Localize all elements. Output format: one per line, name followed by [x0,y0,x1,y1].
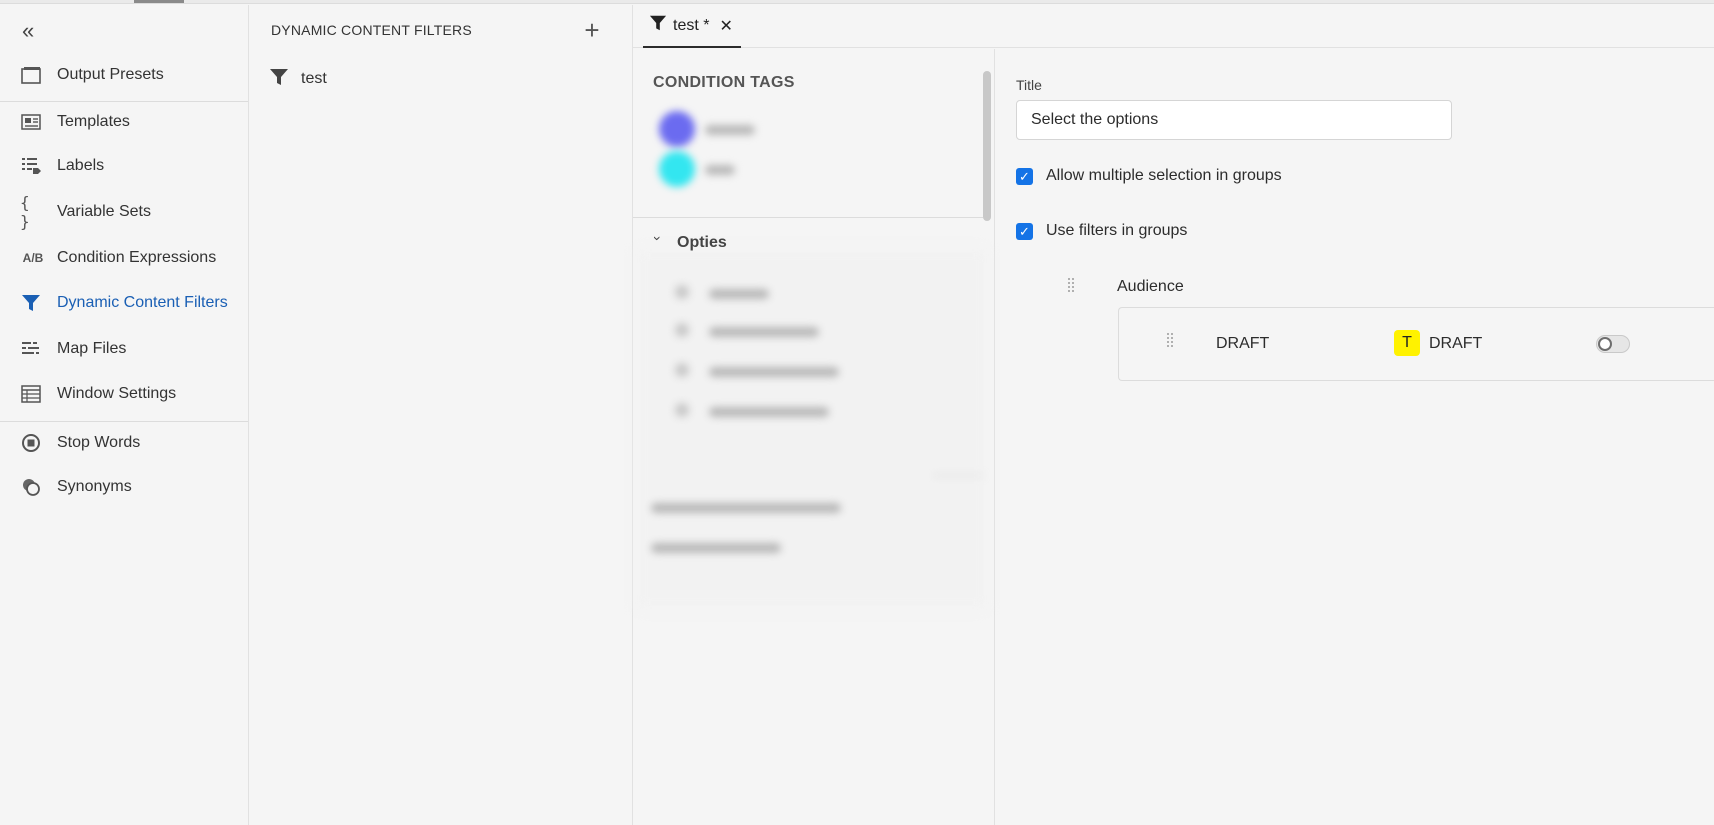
row-name: DRAFT [1216,335,1270,352]
filter-detail-panel: Title ✓ Allow multiple selection in grou… [996,49,1714,825]
table-icon [20,383,42,405]
blurred-dot [675,403,689,417]
row-toggle[interactable] [1596,335,1630,353]
nav-item-output-presets[interactable]: Output Presets [0,55,248,95]
nav-divider [0,421,248,422]
nav-item-synonyms[interactable]: Synonyms [0,467,248,507]
braces-icon: { } [20,193,30,231]
blurred-text [651,543,781,553]
nav-item-stop-words[interactable]: Stop Words [0,423,248,463]
ab-icon: A/B [22,251,44,265]
filters-panel: DYNAMIC CONTENT FILTERS + test [249,5,633,825]
group-opties[interactable]: › Opties [650,234,727,252]
top-strip-indicator [134,0,184,3]
scrollbar[interactable] [983,71,991,221]
filters-heading: DYNAMIC CONTENT FILTERS [271,22,472,38]
toggle-knob [1598,337,1612,351]
blurred-dot [675,363,689,377]
map-files-icon [20,338,42,360]
nav-item-label: Map Files [57,340,127,357]
nav-item-label: Window Settings [57,385,177,402]
nav-item-templates[interactable]: Templates [0,102,248,142]
nav-item-window-settings[interactable]: Window Settings [0,374,248,414]
blurred-text [705,165,735,175]
tab-test[interactable]: test * ✕ [643,5,741,48]
collapse-nav-icon[interactable]: « [22,19,46,43]
title-label: Title [1016,77,1042,93]
close-icon[interactable]: ✕ [719,16,732,36]
nav-item-label: Variable Sets [57,203,151,220]
condition-tag-blurred[interactable] [659,151,695,187]
left-nav: « Output Presets Templates Labels { } Va… [0,5,249,825]
blurred-dot [675,323,689,337]
nav-item-label: Labels [57,157,105,174]
blurred-divider [933,475,983,476]
title-input[interactable] [1016,100,1452,140]
checkbox-label: Use filters in groups [1046,222,1188,239]
tag-color-swatch [659,111,695,147]
filter-icon [649,14,667,37]
nav-item-label: Stop Words [57,434,141,451]
nav-item-map-files[interactable]: Map Files [0,329,248,369]
checkbox-label: Allow multiple selection in groups [1046,167,1282,184]
blurred-text [709,327,819,337]
filter-icon [269,67,289,92]
nav-item-label: Templates [57,113,130,130]
condition-tags-heading: CONDITION TAGS [653,74,795,91]
drag-handle-icon[interactable] [1067,277,1075,295]
top-strip [0,0,1714,4]
drag-handle-icon[interactable] [1166,332,1174,350]
tag-color-swatch [659,151,695,187]
tag-type-badge: T [1394,330,1420,356]
labels-icon [20,155,42,177]
nav-item-labels[interactable]: Labels [0,146,248,186]
use-filters-checkbox[interactable]: ✓ Use filters in groups [1016,222,1187,240]
nav-item-label: Synonyms [57,478,132,495]
blurred-text [709,289,769,299]
blurred-region [637,249,987,609]
stop-icon [20,432,42,454]
group-name: Audience [1117,278,1184,295]
nav-item-variable-sets[interactable]: { } Variable Sets [0,192,248,232]
chevron-down-icon: › [650,236,666,241]
filter-icon [20,292,42,314]
window-icon [20,64,42,86]
blurred-dot [675,285,689,299]
allow-multiple-selection-checkbox[interactable]: ✓ Allow multiple selection in groups [1016,167,1282,185]
condition-tag-blurred[interactable] [659,111,695,147]
blurred-text [705,125,755,135]
nav-item-dynamic-content-filters[interactable]: Dynamic Content Filters [0,283,248,323]
blurred-text [651,503,841,513]
nav-item-condition-expressions[interactable]: A/B Condition Expressions [0,238,248,278]
condition-tags-panel: CONDITION TAGS › Opties [633,49,995,825]
row-tag-label: DRAFT [1429,335,1483,352]
nav-item-label: Dynamic Content Filters [57,294,228,311]
checkbox-checked-icon: ✓ [1016,222,1033,240]
divider [633,217,983,218]
filter-item-label: test [301,70,327,87]
synonyms-icon [20,476,42,498]
blurred-text [709,407,829,417]
group-label: Opties [677,234,727,251]
nav-item-label: Condition Expressions [57,249,217,266]
filter-list-item[interactable]: test [269,65,327,93]
editor-tab-bar: test * ✕ [633,5,1714,48]
checkbox-checked-icon: ✓ [1016,167,1033,185]
template-icon [20,111,42,133]
add-filter-button[interactable]: + [579,17,605,43]
tab-label: test * [673,16,710,34]
blurred-text [709,367,839,377]
nav-item-label: Output Presets [57,66,164,83]
group-items-box: DRAFT T DRAFT [1118,307,1714,381]
